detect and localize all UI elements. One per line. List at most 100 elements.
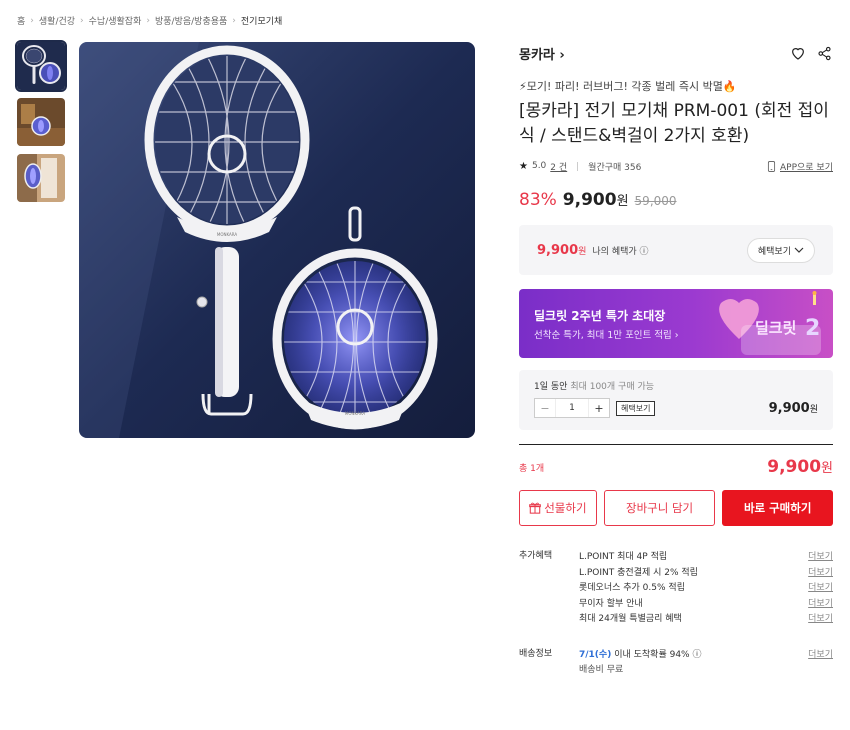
banner-logo-text: 딜크릿 [755, 319, 797, 337]
promo-text: ⚡모기! 파리! 러브버그! 각종 벌레 즉시 박멸🔥 [519, 80, 737, 93]
purchase-limit-period: 1일 동안 [534, 382, 568, 392]
benefit-item-text: L.POINT 최대 4P 적립 [579, 552, 668, 563]
currency-unit: 원 [578, 246, 587, 257]
chevron-down-icon [794, 247, 804, 253]
quantity-stepper: − 1 + [534, 398, 610, 418]
star-icon: ★ [519, 160, 528, 172]
product-title: [몽카라] 전기 모기채 PRM-001 (회전 접이식 / 스탠드&벽걸이 2… [519, 101, 829, 146]
benefit-item-text: L.POINT 충전결제 시 2% 적립 [579, 567, 698, 578]
monthly-sales: 월간구매 356 [588, 162, 642, 173]
list-item: L.POINT 충전결제 시 2% 적립 더보기 [579, 564, 833, 580]
shipping-info: 배송정보 7/1(수) 이내 도착확률 94% ⓘ 더보기 배송비 무료 [519, 646, 833, 676]
original-price: 59,000 [634, 194, 677, 208]
purchase-limit: 1일 동안 최대 100개 구매 가능 [534, 379, 818, 392]
thumbnail-list [15, 40, 67, 210]
breadcrumb-category-2[interactable]: 수납/생활잡화 [89, 14, 142, 27]
sale-price: 9,900원 [563, 190, 629, 210]
divider [577, 161, 579, 171]
breadcrumb-separator-icon: › [232, 15, 236, 26]
add-to-cart-button[interactable]: 장바구니 담기 [603, 490, 716, 526]
shipping-more-link[interactable]: 더보기 [808, 647, 833, 660]
breadcrumb-separator-icon: › [146, 15, 150, 26]
more-link[interactable]: 더보기 [808, 611, 833, 624]
dealcrit-anniversary-banner[interactable]: 딜크릿 2주년 특가 초대장 선착순 특가, 최대 1만 포인트 적립 › 딜크… [519, 289, 833, 358]
benefit-price-value: 9,900 [537, 242, 579, 258]
quantity-box: 1일 동안 최대 100개 구매 가능 − 1 + 혜택보기 9,900원 [519, 370, 833, 430]
extra-benefits-label: 추가혜택 [519, 551, 553, 561]
svg-text:MONKARA: MONKARA [217, 232, 237, 237]
breadcrumb-current[interactable]: 전기모기채 [241, 14, 282, 27]
review-count-link[interactable]: 2 건 [550, 160, 567, 173]
gift-icon [529, 502, 542, 514]
benefit-item-text: 무이자 할부 안내 [579, 598, 643, 609]
currency-unit: 원 [616, 194, 629, 209]
line-price: 9,900원 [769, 401, 818, 416]
dealcrit-logo-icon: 딜크릿 2 [719, 291, 821, 355]
price-row: 83% 9,900원 59,000 [519, 190, 833, 210]
breadcrumb-separator-icon: › [80, 15, 84, 26]
currency-unit: 원 [809, 405, 818, 415]
discount-rate: 83% [519, 190, 557, 210]
total-price-value: 9,900 [767, 457, 822, 477]
view-benefits-button[interactable]: 혜택보기 [746, 237, 815, 263]
list-item: L.POINT 최대 4P 적립 더보기 [579, 548, 833, 564]
rating-value: 5.0 [531, 161, 547, 171]
sale-price-value: 9,900 [562, 190, 617, 210]
banner-logo-number: 2 [805, 316, 820, 341]
banner-subtitle: 선착순 특가, 최대 1만 포인트 적립 › [534, 330, 679, 341]
banner-title: 딜크릿 2주년 특가 초대장 [534, 309, 666, 323]
divider [519, 444, 833, 445]
line-price-value: 9,900 [768, 401, 810, 416]
purchase-limit-detail: 최대 100개 구매 가능 [570, 382, 655, 392]
list-item: 롯데오너스 추가 0.5% 적립 더보기 [579, 579, 833, 595]
breadcrumb-home[interactable]: 홈 [17, 14, 25, 27]
benefit-label: 나의 혜택가 ⓘ [592, 246, 649, 257]
brand-link[interactable]: 몽카라 › [519, 44, 565, 63]
benefit-price: 9,900원 [537, 243, 586, 258]
product-actions [789, 44, 833, 62]
svg-text:MONKARA: MONKARA [345, 411, 365, 416]
total-price: 9,900원 [767, 457, 833, 477]
benefit-item-text: 롯데오너스 추가 0.5% 적립 [579, 583, 685, 594]
view-benefits-label: 혜택보기 [757, 246, 791, 257]
decrease-quantity-button[interactable]: − [535, 399, 555, 417]
thumbnail-3[interactable] [17, 154, 65, 202]
brand-row: 몽카라 › [519, 40, 833, 66]
app-view-link[interactable]: APP으로 보기 [767, 160, 833, 173]
more-link[interactable]: 더보기 [808, 549, 833, 562]
extra-benefits: 추가혜택 L.POINT 최대 4P 적립 더보기 L.POINT 충전결제 시… [519, 548, 833, 626]
product-info-panel: 몽카라 › ⚡모기! 파리! 러브버그! 각종 벌레 즉시 박멸🔥 [몽카라] … [519, 40, 833, 676]
delivery-probability: 이내 도착확률 94% ⓘ [614, 649, 702, 660]
breadcrumb: 홈 › 생활/건강 › 수납/생활잡화 › 방풍/방음/방충용품 › 전기모기채 [17, 14, 282, 28]
more-link[interactable]: 더보기 [808, 565, 833, 578]
currency-unit: 원 [821, 461, 833, 476]
quantity-input[interactable]: 1 [555, 399, 589, 417]
quantity-benefit-button[interactable]: 혜택보기 [616, 400, 656, 416]
increase-quantity-button[interactable]: + [589, 399, 609, 417]
heart-icon[interactable] [789, 44, 807, 62]
shipping-label: 배송정보 [519, 648, 553, 659]
breadcrumb-separator-icon: › [30, 15, 34, 26]
benefit-price-box: 9,900원 나의 혜택가 ⓘ 혜택보기 [519, 225, 833, 275]
shipping-fee: 배송비 무료 [579, 664, 624, 675]
delivery-date: 7/1(수) [579, 649, 612, 660]
breadcrumb-category-1[interactable]: 생활/건강 [39, 14, 75, 27]
buy-now-button[interactable]: 바로 구매하기 [722, 490, 833, 526]
product-main-image[interactable]: MONKARA MONKARA [79, 42, 475, 438]
app-view-label: APP으로 보기 [780, 162, 833, 173]
thumbnail-1[interactable] [15, 40, 67, 92]
thumbnail-2[interactable] [17, 98, 65, 146]
gift-button[interactable]: 선물하기 [519, 490, 597, 526]
list-item: 무이자 할부 안내 더보기 [579, 595, 833, 611]
breadcrumb-category-3[interactable]: 방풍/방음/방충용품 [155, 14, 227, 27]
total-row: 총 1개 9,900원 [519, 457, 833, 477]
gift-button-label: 선물하기 [544, 501, 587, 515]
mobile-phone-icon [767, 160, 776, 172]
list-item: 최대 24개월 특별금리 혜택 더보기 [579, 610, 833, 626]
meta-row: ★ 5.0 2 건 월간구매 356 APP으로 보기 [519, 158, 833, 174]
share-icon[interactable] [815, 44, 833, 62]
purchase-buttons: 선물하기 장바구니 담기 바로 구매하기 [519, 490, 833, 526]
benefit-item-text: 최대 24개월 특별금리 혜택 [579, 614, 682, 625]
more-link[interactable]: 더보기 [808, 580, 833, 593]
more-link[interactable]: 더보기 [808, 596, 833, 609]
